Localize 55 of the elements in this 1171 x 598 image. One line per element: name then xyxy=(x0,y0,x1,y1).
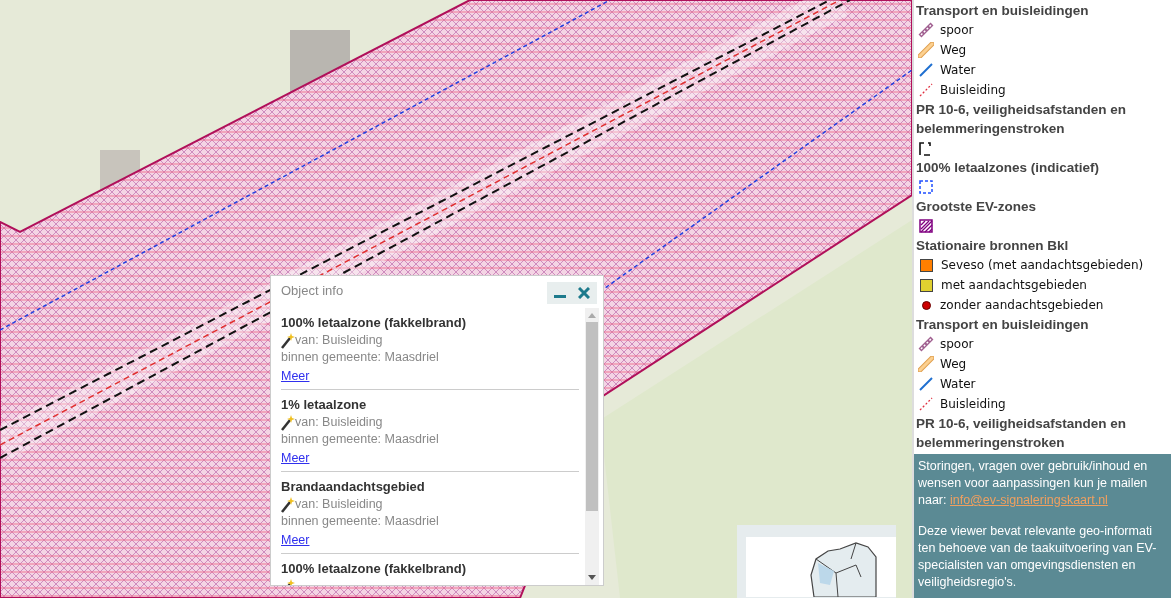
legend-label: Water xyxy=(940,377,976,391)
legend-label: Weg xyxy=(940,357,967,371)
water-line-icon xyxy=(918,62,934,78)
road-line-icon xyxy=(918,356,934,372)
legend-label: Buisleiding xyxy=(940,83,1006,97)
dashed-square-icon xyxy=(918,179,934,195)
minimize-icon xyxy=(554,295,566,298)
bracket-line-icon xyxy=(918,140,934,156)
feature-source: van: Buisleiding xyxy=(295,414,383,431)
magic-wand-icon xyxy=(281,332,295,349)
rail-line-icon xyxy=(918,22,934,38)
feature-municipality: binnen gemeente: Maasdriel xyxy=(281,349,440,366)
feature-title: 1% letaalzone xyxy=(281,396,368,414)
water-line-icon xyxy=(918,376,934,392)
feature-municipality: binnen gemeente: Maasdriel xyxy=(281,513,440,530)
legend-heading: 100% letaalzones (indicatief) xyxy=(916,159,1101,177)
pipeline-line-icon xyxy=(918,396,934,412)
legend-heading: Transport en buisleidingen xyxy=(916,2,1090,20)
pipeline-line-icon xyxy=(918,82,934,98)
legend-heading: Stationaire bronnen Bkl xyxy=(916,237,1070,255)
popup-title: Object info xyxy=(281,282,344,298)
close-button[interactable] xyxy=(575,284,593,302)
magic-wand-icon xyxy=(281,496,295,513)
hatched-square-icon xyxy=(918,218,934,234)
more-link[interactable]: Meer xyxy=(281,532,310,549)
feature-source: van: Buisleiding xyxy=(295,496,383,513)
legend-heading: PR 10-6, veiligheidsafstanden en belemmeringenstroken xyxy=(916,415,1128,452)
more-link[interactable]: Meer xyxy=(281,368,310,385)
legend-label: spoor xyxy=(940,337,974,351)
magic-wand-icon xyxy=(281,414,295,431)
rail-line-icon xyxy=(918,336,934,352)
legend-label: Seveso (met aandachtsgebieden) xyxy=(941,258,1144,272)
close-icon xyxy=(578,287,590,299)
road-line-icon xyxy=(918,42,934,58)
legend-label: spoor xyxy=(940,23,974,37)
legend-heading: Grootste EV-zones xyxy=(916,198,1038,216)
info-text: Storingen, vragen over gebruik/inhoud en wensen voor aanpassingen kun je mailen naar: info@ev-signaleringskaart.nl xyxy=(918,458,1149,509)
feature-municipality: binnen gemeente: Maasdriel xyxy=(281,431,440,448)
scroll-up-arrow-icon[interactable] xyxy=(588,312,596,318)
feature-source: van: Buisleiding xyxy=(295,332,383,349)
overview-map[interactable] xyxy=(737,525,896,598)
feature-title: 100% letaalzone (fakkelbrand) xyxy=(281,560,467,578)
legend-heading: PR 10-6, veiligheidsafstanden en belemmeringenstroken xyxy=(916,101,1128,138)
legend-label: Buisleiding xyxy=(940,397,1006,411)
scrollbar[interactable] xyxy=(585,308,599,585)
more-link[interactable]: Meer xyxy=(281,450,310,467)
info-text: Deze viewer bevat relevante geo-informati ten behoeve van de taakuitvoering van EV- specialisten van omgevingsdiensten en veiligheidsregio's. xyxy=(918,523,1158,591)
feature-title: 100% letaalzone (fakkelbrand) xyxy=(281,314,467,332)
legend-label: Water xyxy=(940,63,976,77)
legend-label: Weg xyxy=(940,43,967,57)
legend-label: zonder aandachtsgebieden xyxy=(940,298,1104,312)
legend-heading: Transport en buisleidingen xyxy=(916,316,1090,334)
feature-title: Brandaandachtsgebied xyxy=(281,478,426,496)
scroll-down-arrow-icon[interactable] xyxy=(588,575,596,581)
legend-label: met aandachtsgebieden xyxy=(941,278,1087,292)
